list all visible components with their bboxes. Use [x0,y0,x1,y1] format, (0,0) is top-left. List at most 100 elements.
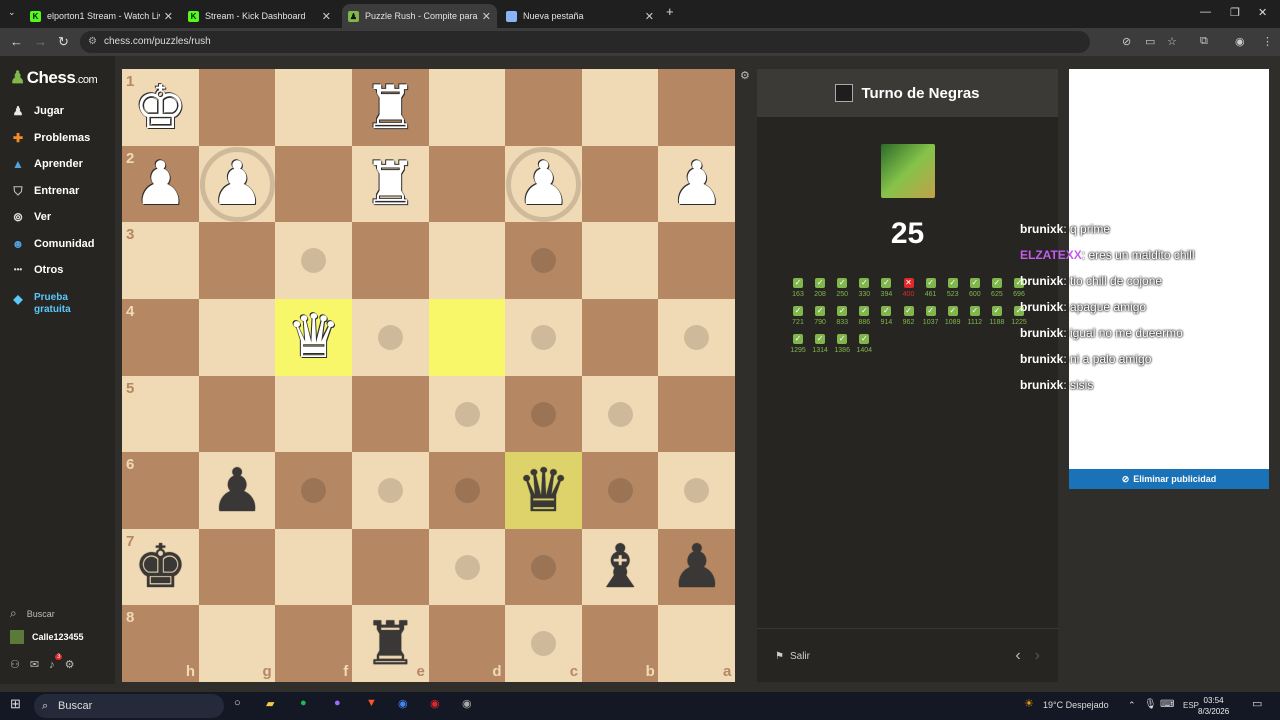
square-h1[interactable] [658,69,736,146]
square-g3[interactable] [581,222,659,300]
url-input[interactable]: ⚙ chess.com/puzzles/rush [80,31,1090,53]
square-g6[interactable] [581,452,659,530]
black-queen[interactable]: ♛ [505,452,582,529]
black-pawn[interactable]: ♟ [199,452,276,529]
white-queen[interactable]: ♛ [275,299,352,376]
chevron-left-icon[interactable]: ‹ [1015,647,1020,664]
move-hint-dot[interactable] [454,478,480,504]
cast-icon[interactable]: ▭ [1145,35,1155,48]
move-hint-dot[interactable] [531,401,557,427]
square-g2[interactable] [581,145,659,223]
move-hint-dot[interactable] [684,478,710,504]
square-c5[interactable] [275,375,353,453]
close-tab-icon[interactable]: ✕ [322,10,331,23]
square-h2[interactable]: ♟ [658,145,736,223]
maximize-icon[interactable]: ❐ [1230,6,1240,19]
square-b4[interactable] [198,298,276,376]
square-a3[interactable]: 3 [122,222,199,300]
sidebar-item-comunidad[interactable]: ☻ Comunidad [10,237,95,251]
square-a6[interactable]: 6 [122,452,199,530]
square-g1[interactable] [581,69,659,146]
keyboard-icon[interactable]: ⌨ [1160,699,1174,710]
square-f1[interactable] [505,69,583,146]
square-e4[interactable] [428,298,506,376]
square-f7[interactable] [505,528,583,606]
square-d3[interactable] [351,222,429,300]
browser-tab[interactable]: K Stream - Kick Dashboard ✕ [182,4,337,28]
square-b2[interactable]: ♟ [198,145,276,223]
square-h6[interactable] [658,452,736,530]
settings-gear-icon[interactable]: ⚙ [65,658,75,671]
tab-search-icon[interactable]: ⌄ [8,7,16,18]
file-explorer-icon[interactable]: ▰ [266,697,274,710]
minimize-icon[interactable]: — [1200,6,1211,18]
square-d6[interactable] [351,452,429,530]
tray-chevron-icon[interactable]: ⌃ [1128,700,1136,711]
square-e5[interactable] [428,375,506,453]
app-icon[interactable]: ◉ [462,697,472,710]
black-bishop[interactable]: ♝ [582,529,659,606]
move-hint-dot[interactable] [531,554,557,580]
forward-icon[interactable]: → [34,34,47,49]
friends-icon[interactable]: ⚇ [10,658,20,671]
move-hint-dot[interactable] [531,631,557,657]
black-pawn[interactable]: ♟ [658,529,735,606]
reload-icon[interactable]: ↻ [58,34,69,50]
square-c4[interactable]: ♛ [275,298,353,376]
back-icon[interactable]: ← [10,34,23,49]
sidebar-item-aprender[interactable]: ▲ Aprender [10,157,83,171]
square-g8[interactable]: b [581,605,659,683]
square-h5[interactable] [658,375,736,453]
square-d2[interactable]: ♜ [351,145,429,223]
sidebar-item-otros[interactable]: ••• Otros [10,264,64,276]
spotify-icon[interactable]: ● [300,697,307,709]
square-b5[interactable] [198,375,276,453]
square-h4[interactable] [658,298,736,376]
move-hint-dot[interactable] [531,324,557,350]
close-tab-icon[interactable]: ✕ [482,10,491,23]
white-pawn[interactable]: ♟ [122,146,199,223]
close-window-icon[interactable]: ✕ [1258,6,1267,19]
square-g7[interactable]: ♝ [581,528,659,606]
remove-ads-button[interactable]: ⊘ Eliminar publicidad [1069,469,1269,489]
move-hint-dot[interactable] [377,324,403,350]
square-f6[interactable]: ♛ [505,452,583,530]
move-hint-dot[interactable] [301,478,327,504]
move-hint-dot[interactable] [684,324,710,350]
square-h8[interactable]: a [658,605,736,683]
square-f5[interactable] [505,375,583,453]
square-e2[interactable] [428,145,506,223]
taskbar-search[interactable]: ⌕ Buscar [34,694,224,718]
exit-button[interactable]: ⚑ Salir [775,651,810,662]
profile-icon[interactable]: ◉ [1235,35,1245,48]
square-a2[interactable]: 2 ♟ [122,145,199,223]
sidebar-user[interactable]: Calle123455 [10,630,84,644]
square-h7[interactable]: ♟ [658,528,736,606]
square-d5[interactable] [351,375,429,453]
white-rook[interactable]: ♜ [352,69,429,146]
move-hint-dot[interactable] [454,401,480,427]
close-tab-icon[interactable]: ✕ [164,10,173,23]
tracking-icon[interactable]: ⊘ [1122,35,1131,48]
move-hint-dot[interactable] [607,401,633,427]
sidebar-item-entrenar[interactable]: ⛉ Entrenar [10,184,79,199]
square-c1[interactable] [275,69,353,146]
square-c7[interactable] [275,528,353,606]
square-g5[interactable] [581,375,659,453]
square-a5[interactable]: 5 [122,375,199,453]
close-tab-icon[interactable]: ✕ [645,10,654,23]
move-hint-dot[interactable] [607,478,633,504]
notification-center-icon[interactable]: ▭ [1252,697,1262,710]
black-king[interactable]: ♚ [122,529,199,606]
square-e1[interactable] [428,69,506,146]
square-e7[interactable] [428,528,506,606]
square-f3[interactable] [505,222,583,300]
bookmark-star-icon[interactable]: ☆ [1167,35,1177,48]
chevron-right-icon[interactable]: › [1035,647,1040,664]
square-a8[interactable]: 8h [122,605,199,683]
square-b6[interactable]: ♟ [198,452,276,530]
sidebar-item-ver[interactable]: ⊚ Ver [10,210,51,224]
square-f4[interactable] [505,298,583,376]
discord-icon[interactable]: ● [334,697,341,709]
obs-icon[interactable]: ◉ [430,697,440,710]
